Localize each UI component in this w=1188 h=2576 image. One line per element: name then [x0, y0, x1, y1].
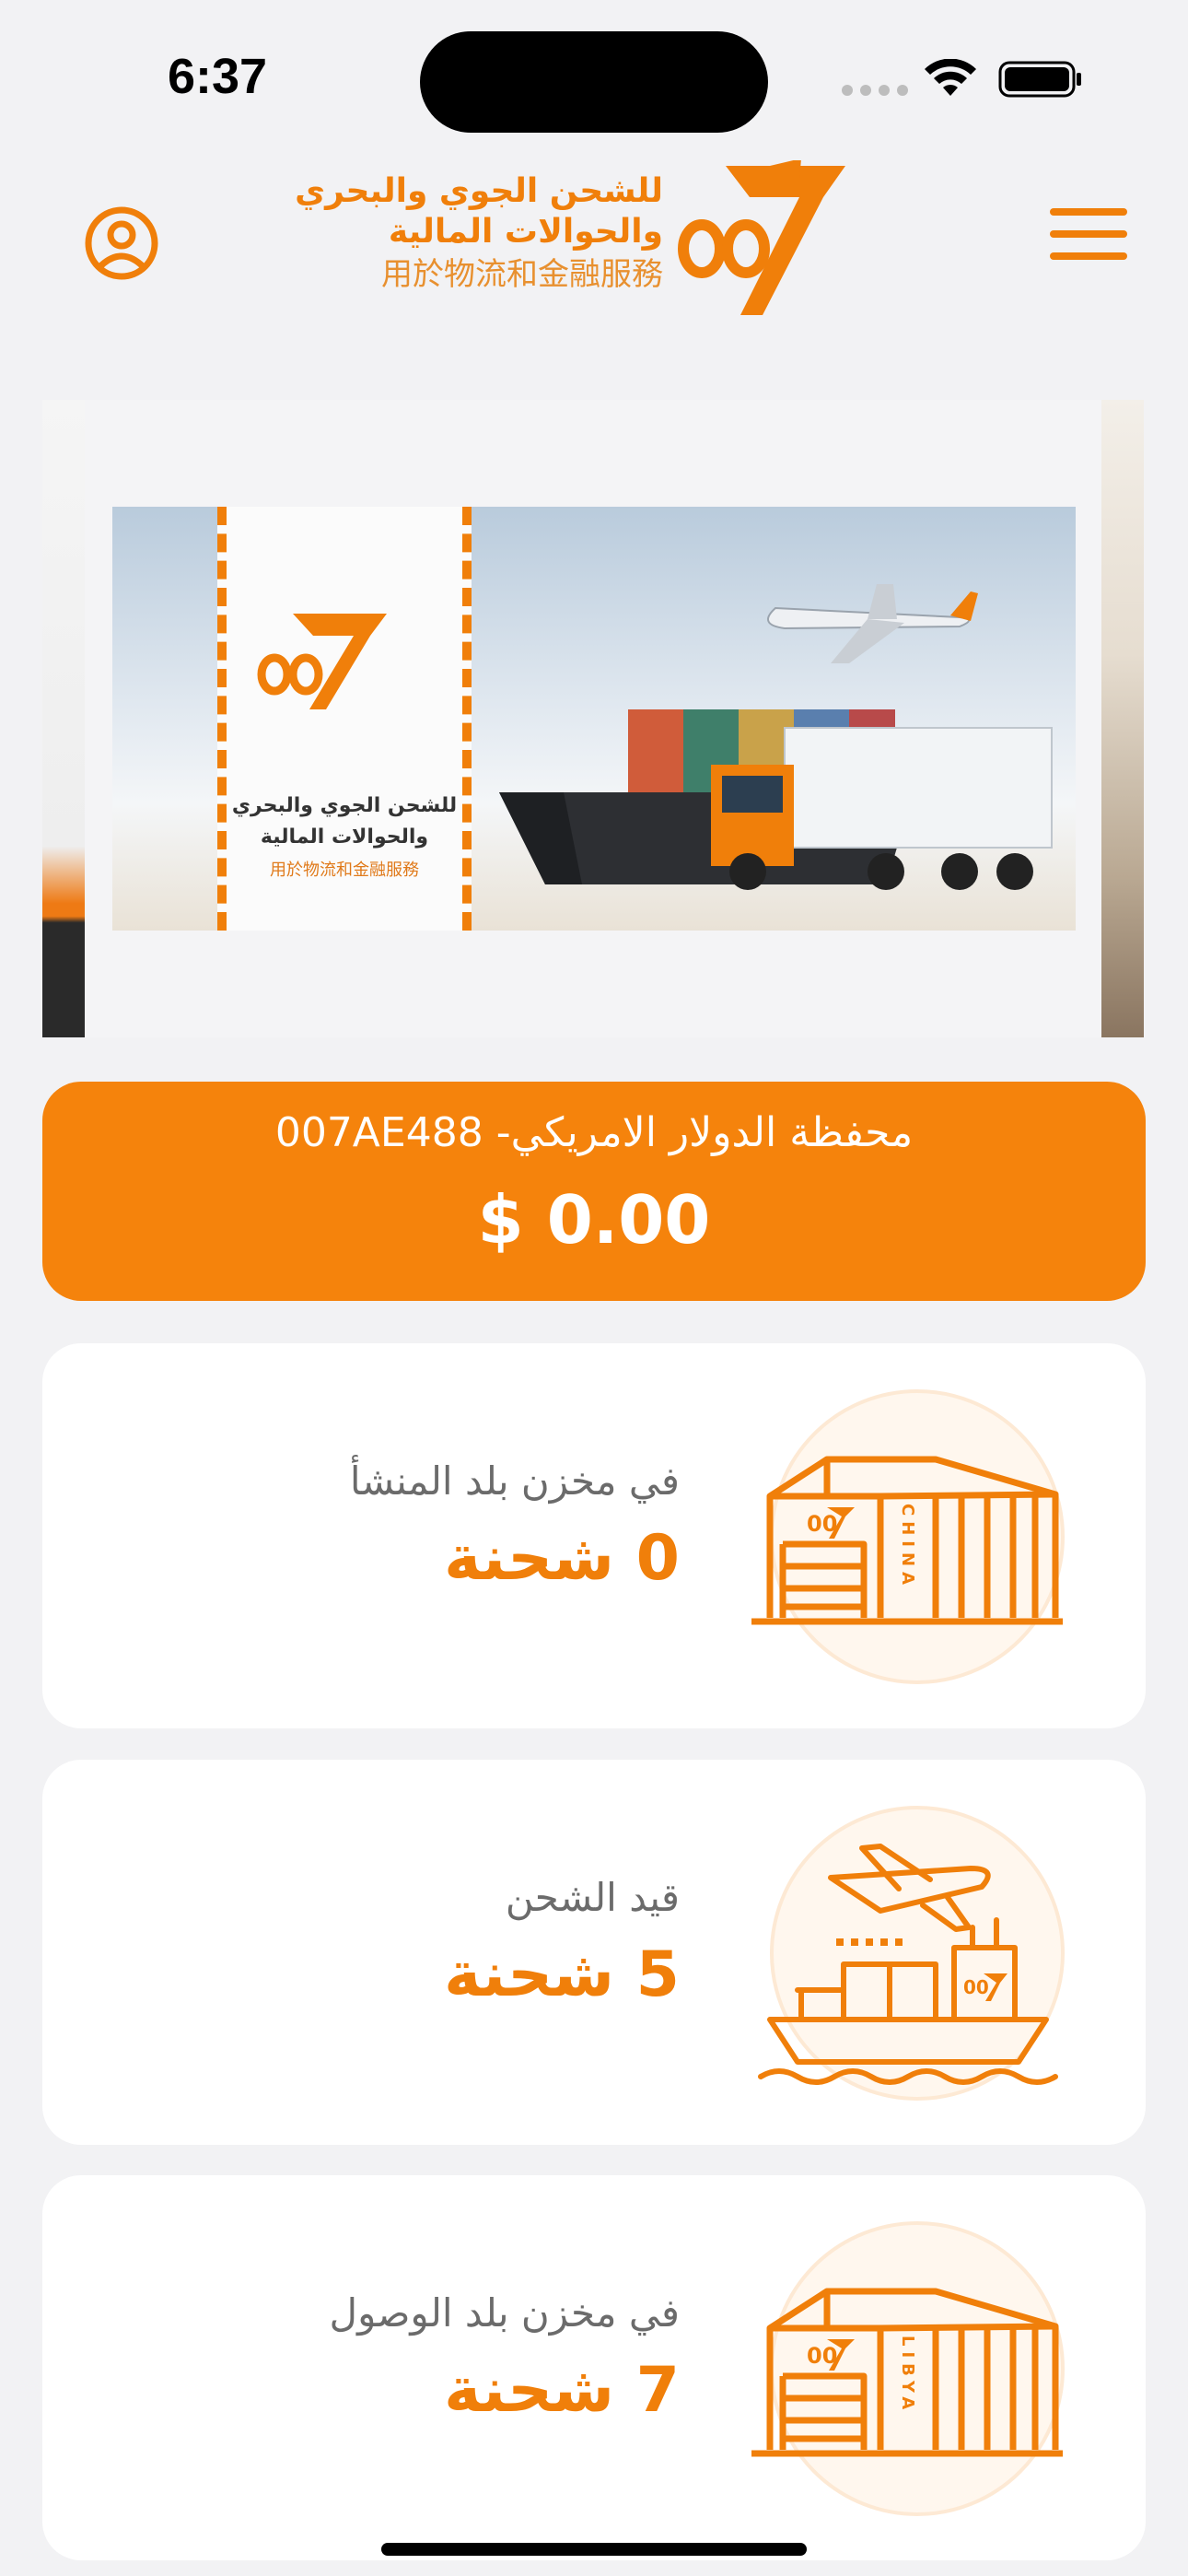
logo-text: للشحن الجوي والبحري والحوالات المالية 用於… [295, 171, 663, 297]
status-time: 6:37 [168, 49, 268, 104]
ship-plane-icon: 00 [758, 1806, 1065, 2101]
warehouse-china-icon: 00 CHINA [751, 1389, 1065, 1684]
card-text: قيد الشحن 5 شحنة [444, 1870, 680, 2018]
logo-007-mark [678, 160, 845, 315]
carousel-next-slide[interactable] [1101, 400, 1144, 1037]
logo-line1: للشحن الجوي والبحري [295, 172, 663, 210]
home-indicator[interactable] [381, 2543, 807, 2556]
app-header: للشحن الجوي والبحري والحوالات المالية 用於… [0, 157, 1188, 341]
destination-warehouse-card[interactable]: في مخزن بلد الوصول 7 شحنة 00 LIBYA [42, 2175, 1146, 2560]
wallet-title: محفظة الدولار الامريكي- 007AE488 [274, 1109, 914, 1156]
banner-text-2: والحوالات المالية [260, 825, 429, 849]
app-logo: للشحن الجوي والبحري والحوالات المالية 用於… [295, 160, 855, 326]
banner-text-1: للشحن الجوي والبحري [231, 794, 458, 817]
usd-wallet-card[interactable]: محفظة الدولار الامريكي- 007AE488 $ 0.00 [42, 1082, 1146, 1301]
carousel-prev-slide[interactable] [42, 400, 85, 1037]
wallet-balance: $ 0.00 [477, 1181, 711, 1259]
warehouse-tag: LIBYA [898, 2336, 917, 2415]
banner-image[interactable]: للشحن الجوي والبحري والحوالات المالية 用於… [112, 507, 1076, 931]
profile-icon[interactable] [83, 205, 160, 282]
card-label: في مخزن بلد المنشأ [349, 1458, 680, 1504]
hamburger-menu-icon[interactable] [1050, 208, 1127, 278]
card-count: 7 شحنة [444, 2354, 680, 2427]
svg-text:00: 00 [963, 1976, 989, 1998]
card-text: في مخزن بلد المنشأ 0 شحنة [350, 1454, 680, 1601]
logo-line3: 用於物流和金融服務 [381, 256, 663, 293]
warehouse-tag: CHINA [898, 1504, 917, 1590]
battery-icon [998, 61, 1081, 98]
status-bar: 6:37 [0, 0, 1188, 157]
cargo-ship-plane-truck-illustration [499, 584, 1053, 890]
in-transit-card[interactable]: قيد الشحن 5 شحنة 00 [42, 1760, 1146, 2145]
warehouse-libya-icon: 00 LIBYA [751, 2221, 1065, 2516]
card-count: 0 شحنة [444, 1522, 680, 1595]
card-count: 5 شحنة [444, 1938, 680, 2011]
dynamic-island [420, 31, 768, 133]
wifi-icon [925, 59, 976, 96]
card-label: قيد الشحن [505, 1875, 680, 1920]
plane-icon [767, 584, 978, 663]
logo-line2: والحوالات المالية [388, 213, 663, 251]
origin-warehouse-card[interactable]: في مخزن بلد المنشأ 0 شحنة 00 CHINA [42, 1343, 1146, 1728]
banner-logo-panel: للشحن الجوي والبحري والحوالات المالية 用於… [217, 507, 472, 931]
card-label: في مخزن بلد الوصول [329, 2290, 680, 2336]
card-text: في مخزن بلد الوصول 7 شحنة [330, 2286, 680, 2433]
cellular-signal-icon [842, 85, 908, 96]
banner-text-3: 用於物流和金融服務 [270, 861, 419, 880]
banner-logo-icon [257, 614, 387, 709]
